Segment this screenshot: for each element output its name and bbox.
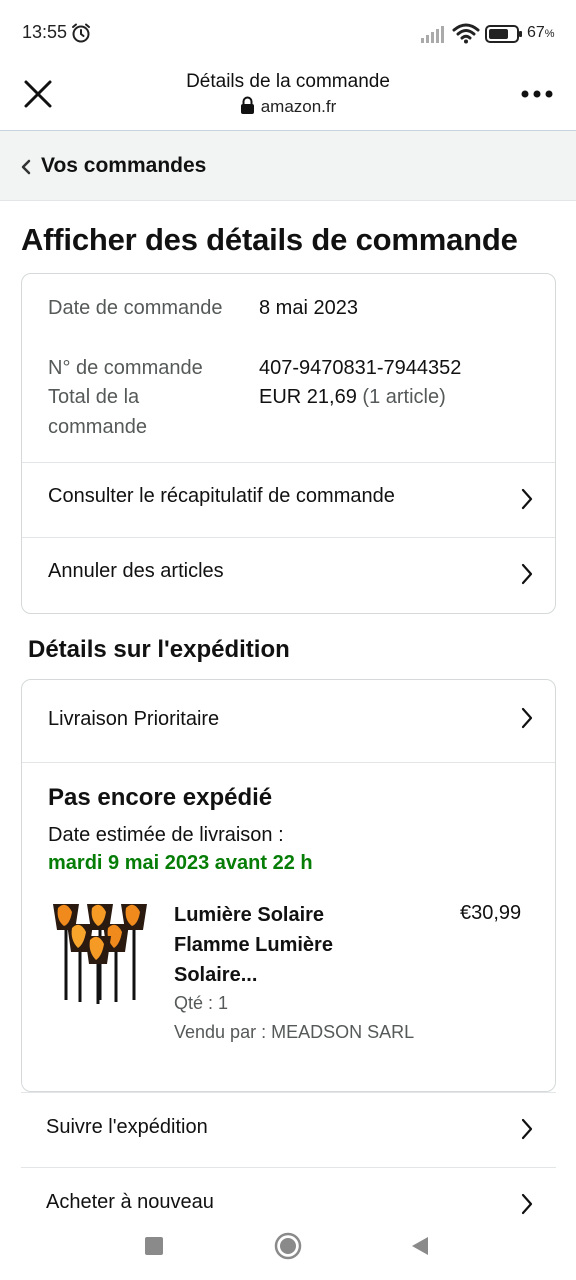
back-icon[interactable]	[410, 1235, 430, 1257]
product-price: €30,99	[460, 902, 522, 924]
product-title-line: Lumière Solaire	[174, 904, 325, 926]
lock-icon	[240, 96, 254, 114]
chevron-left-icon	[21, 159, 31, 175]
product-seller: Vendu par : MEADSON SARL	[174, 1022, 415, 1042]
order-date-value: 8 mai 2023	[259, 297, 358, 319]
domain-text: amazon.fr	[260, 97, 337, 116]
back-to-orders-link[interactable]: Vos commandes	[0, 131, 576, 201]
product-title-line: Solaire...	[174, 964, 258, 986]
order-total-value: EUR 21,69 (1 article)	[259, 386, 446, 408]
estimated-delivery-date: mardi 9 mai 2023 avant 22 h	[48, 852, 313, 874]
delivery-method-label: Livraison Prioritaire	[48, 708, 220, 730]
status-bar: 13:55 67%	[0, 0, 576, 62]
recents-icon[interactable]	[145, 1237, 163, 1255]
order-date-label: Date de commande	[48, 297, 223, 319]
estimated-delivery-label: Date estimée de livraison :	[48, 824, 284, 846]
order-number-label: N° de commande	[48, 357, 203, 379]
product-quantity: Qté : 1	[174, 993, 229, 1013]
breadcrumb-label: Vos commandes	[41, 154, 207, 177]
status-time: 13:55	[22, 22, 68, 42]
chevron-right-icon	[521, 1118, 533, 1140]
order-info-card: Date de commande 8 mai 2023 N° de comman…	[21, 273, 556, 614]
signal-icon	[421, 26, 444, 43]
chevron-right-icon	[521, 563, 533, 585]
order-summary-link[interactable]: Consulter le récapitulatif de commande	[22, 462, 555, 537]
track-shipment-link[interactable]: Suivre l'expédition	[21, 1092, 556, 1167]
wifi-icon	[452, 23, 480, 44]
order-item-count: (1 article)	[362, 386, 446, 408]
shipment-status: Pas encore expédié	[48, 784, 273, 811]
product-title-link[interactable]: Lumière Solaire Flamme Lumière Solaire..…	[174, 900, 379, 990]
buy-again-link[interactable]: Acheter à nouveau	[21, 1167, 556, 1222]
shipping-section-title: Détails sur l'expédition	[28, 636, 290, 663]
chevron-right-icon	[521, 707, 533, 729]
browser-page-title: Détails de la commande	[186, 71, 390, 92]
order-summary-label: Consulter le récapitulatif de commande	[48, 485, 395, 507]
page-title: Afficher des détails de commande	[21, 222, 518, 257]
order-number-value: 407-9470831-7944352	[259, 357, 462, 379]
chevron-right-icon	[521, 488, 533, 510]
cancel-items-label: Annuler des articles	[48, 560, 224, 582]
battery-icon	[485, 25, 522, 43]
cancel-items-link[interactable]: Annuler des articles	[22, 537, 555, 613]
product-image[interactable]	[50, 900, 150, 1004]
delivery-method-link[interactable]: Livraison Prioritaire	[22, 680, 555, 762]
system-nav-bar	[0, 1222, 576, 1280]
order-total-label: Total de la commande	[48, 386, 147, 438]
battery-percentage: 67%	[527, 24, 555, 41]
home-icon[interactable]	[274, 1232, 302, 1260]
more-icon[interactable]	[518, 84, 556, 104]
divider	[22, 762, 555, 763]
buy-again-label: Acheter à nouveau	[46, 1191, 214, 1213]
product-title-line: Flamme Lumière	[174, 934, 333, 956]
alarm-icon	[72, 23, 90, 43]
chevron-right-icon	[521, 1193, 533, 1215]
track-shipment-label: Suivre l'expédition	[46, 1116, 208, 1138]
browser-header: Détails de la commande amazon.fr	[0, 62, 576, 131]
browser-domain: amazon.fr	[0, 96, 576, 117]
shipment-card: Livraison Prioritaire Pas encore expédié…	[21, 679, 556, 1092]
